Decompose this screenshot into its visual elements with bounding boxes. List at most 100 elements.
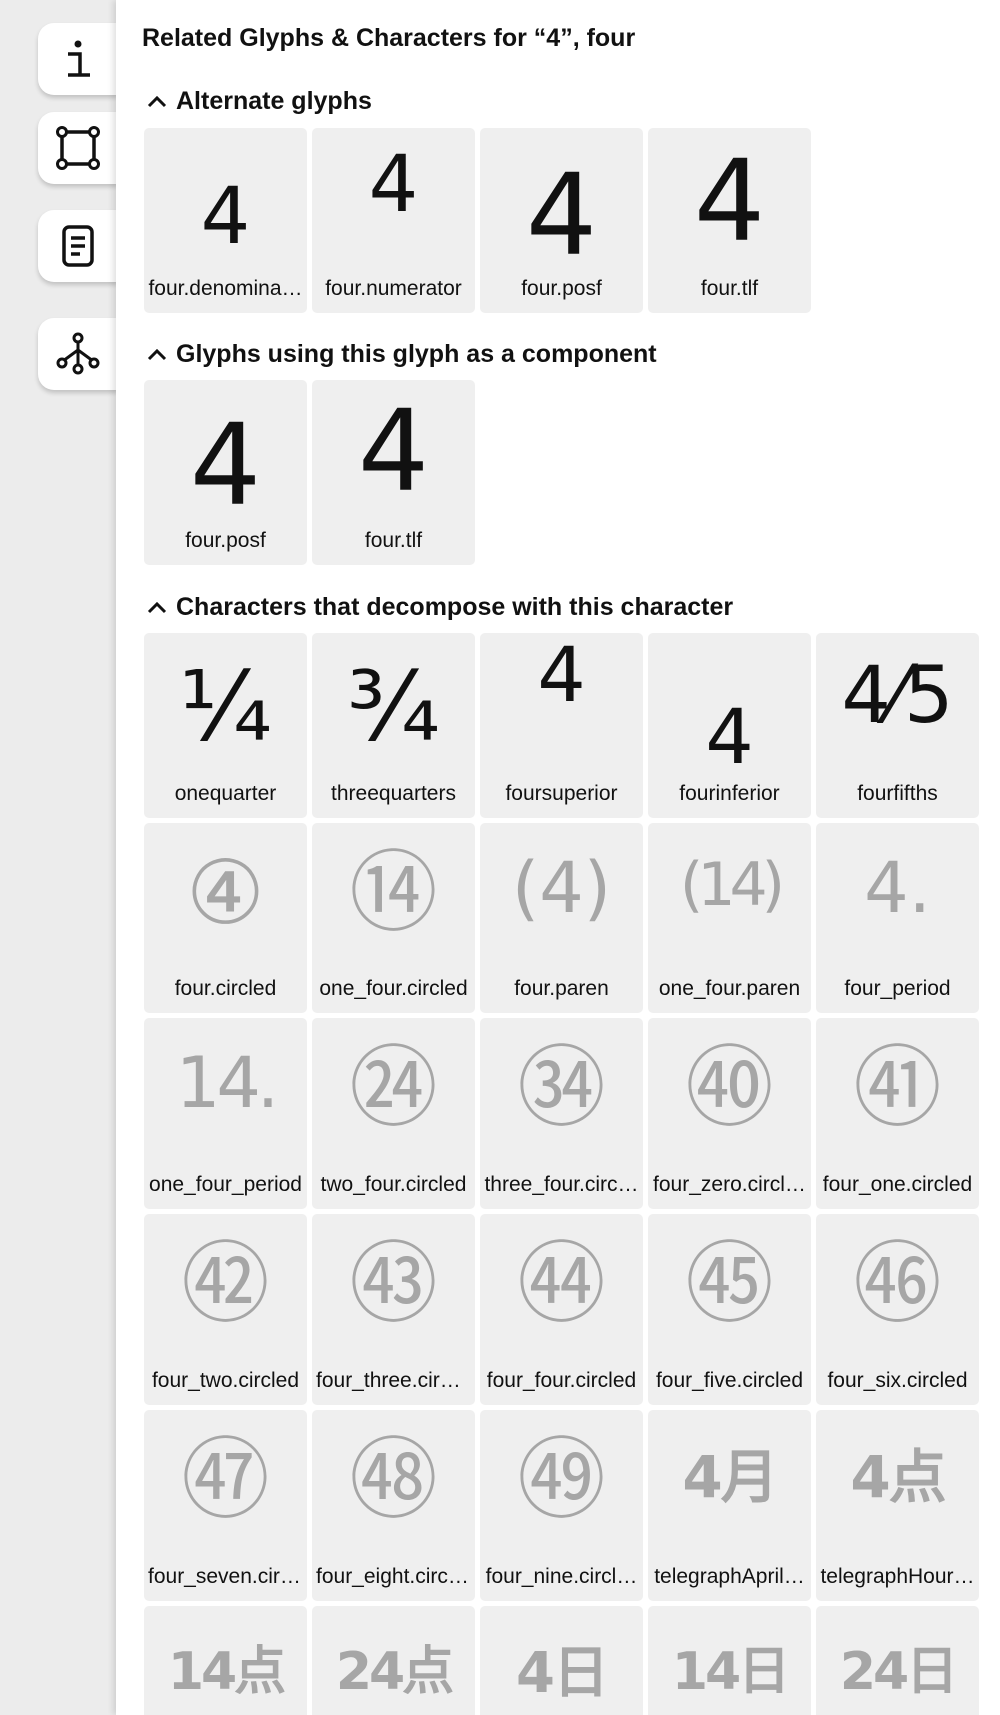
glyph-card[interactable]: ㊵ four_zero.circl… bbox=[648, 1018, 811, 1209]
glyph-card[interactable]: ¼ onequarter bbox=[144, 633, 307, 818]
glyph-name: one_four.circled bbox=[319, 977, 468, 1000]
glyph-name: four.denomina… bbox=[148, 277, 303, 300]
glyph-name: telegraphApril… bbox=[654, 1565, 805, 1588]
glyph-card[interactable]: ㊸ four_three.circ… bbox=[312, 1214, 475, 1405]
glyph-name: threequarters bbox=[331, 782, 456, 805]
glyph-preview: 4 bbox=[368, 140, 419, 230]
glyph-name: four_one.circled bbox=[822, 1173, 973, 1196]
glyph-preview: 14. bbox=[175, 1042, 279, 1124]
glyph-preview: 14日 bbox=[671, 1642, 790, 1702]
glyph-preview: 4 bbox=[537, 633, 586, 719]
info-tab[interactable] bbox=[38, 23, 118, 95]
glyph-card[interactable]: 4日 bbox=[480, 1606, 643, 1715]
glyph-name: four.circled bbox=[174, 977, 277, 1000]
glyph-card[interactable]: 24点 bbox=[312, 1606, 475, 1715]
glyph-preview: 24点 bbox=[335, 1642, 454, 1702]
glyph-card[interactable]: (14) one_four.paren bbox=[648, 823, 811, 1013]
glyph-card[interactable]: (4) four.paren bbox=[480, 823, 643, 1013]
glyph-preview: ㊷ bbox=[181, 1232, 270, 1335]
glyph-card[interactable]: ㊶ four_one.circled bbox=[816, 1018, 979, 1209]
section-header-components[interactable]: Glyphs using this glyph as a component bbox=[146, 340, 657, 369]
bounds-tab[interactable] bbox=[38, 112, 118, 184]
chevron-up-icon bbox=[147, 601, 167, 613]
sidebar-rail bbox=[0, 0, 118, 1715]
glyph-card[interactable]: 4 fourinferior bbox=[648, 633, 811, 818]
glyph-name: one_four_period bbox=[149, 1173, 302, 1196]
glyph-name: two_four.circled bbox=[320, 1173, 467, 1196]
glyph-card[interactable]: 4 four.tlf bbox=[312, 380, 475, 565]
glyph-preview: ㊵ bbox=[685, 1036, 774, 1139]
glyph-card[interactable]: ④ four.circled bbox=[144, 823, 307, 1013]
glyph-card[interactable]: ㊻ four_six.circled bbox=[816, 1214, 979, 1405]
glyph-card[interactable]: ㉞ three_four.circ… bbox=[480, 1018, 643, 1209]
glyph-preview: 4 bbox=[705, 692, 754, 781]
glyph-preview: (14) bbox=[679, 850, 785, 920]
glyph-preview: ㊹ bbox=[517, 1232, 606, 1335]
related-glyphs-panel: Related Glyphs & Characters for “4”, fou… bbox=[116, 0, 1000, 1715]
glyph-preview: ④ bbox=[186, 841, 265, 944]
glyph-preview: ¼ bbox=[178, 651, 273, 763]
glyph-preview: ㉔ bbox=[349, 1036, 438, 1139]
glyph-card[interactable]: 4月 telegraphApril… bbox=[648, 1410, 811, 1601]
glyph-name: fourinferior bbox=[679, 782, 780, 805]
glyph-card[interactable]: ㊾ four_nine.circl… bbox=[480, 1410, 643, 1601]
glyph-name: telegraphHour… bbox=[820, 1565, 975, 1588]
document-tab[interactable] bbox=[38, 210, 118, 282]
glyph-preview: 4点 bbox=[850, 1443, 946, 1511]
section-title: Alternate glyphs bbox=[176, 87, 372, 115]
glyph-card[interactable]: 4⁄5 fourfifths bbox=[816, 633, 979, 818]
glyph-name: onequarter bbox=[174, 782, 277, 805]
glyph-name: four_seven.circ… bbox=[148, 1565, 303, 1588]
decompose-characters-grid: ¼ onequarter ¾ threequarters 4 foursuper… bbox=[144, 633, 979, 1715]
glyph-card[interactable]: 14点 bbox=[144, 1606, 307, 1715]
glyph-name: three_four.circ… bbox=[484, 1173, 639, 1196]
glyph-card[interactable]: 4 four.posf bbox=[480, 128, 643, 313]
glyph-card[interactable]: ⑭ one_four.circled bbox=[312, 823, 475, 1013]
glyph-name: four_three.circ… bbox=[316, 1369, 471, 1392]
glyph-card[interactable]: 4 four.posf bbox=[144, 380, 307, 565]
glyph-preview: ㊼ bbox=[181, 1428, 270, 1531]
glyph-preview: ㊶ bbox=[853, 1036, 942, 1139]
glyph-preview: 4. bbox=[864, 847, 931, 929]
section-header-decompose[interactable]: Characters that decompose with this char… bbox=[146, 593, 733, 622]
glyph-card[interactable]: 4 four.denomina… bbox=[144, 128, 307, 313]
glyph-card[interactable]: ¾ threequarters bbox=[312, 633, 475, 818]
glyph-card[interactable]: 24日 bbox=[816, 1606, 979, 1715]
glyph-name: four_period bbox=[844, 977, 951, 1000]
glyph-preview: 4日 bbox=[516, 1641, 609, 1706]
glyph-card[interactable]: 4点 telegraphHour… bbox=[816, 1410, 979, 1601]
glyph-card[interactable]: 4. four_period bbox=[816, 823, 979, 1013]
glyph-card[interactable]: ㊽ four_eight.circl… bbox=[312, 1410, 475, 1601]
glyph-preview: ㊽ bbox=[349, 1428, 438, 1531]
glyph-name: four.tlf bbox=[364, 529, 423, 552]
glyph-card[interactable]: ㊹ four_four.circled bbox=[480, 1214, 643, 1405]
glyph-card[interactable]: 14. one_four_period bbox=[144, 1018, 307, 1209]
glyph-name: four_nine.circl… bbox=[485, 1565, 638, 1588]
relations-tab[interactable] bbox=[38, 318, 118, 390]
glyph-card[interactable]: ㊺ four_five.circled bbox=[648, 1214, 811, 1405]
glyph-name: four_two.circled bbox=[151, 1369, 300, 1392]
glyph-preview: ⑭ bbox=[349, 841, 438, 944]
glyph-preview: 4 bbox=[525, 151, 598, 281]
glyph-preview: 4 bbox=[200, 172, 251, 262]
glyph-name: four.tlf bbox=[700, 277, 759, 300]
glyph-card[interactable]: 14日 bbox=[648, 1606, 811, 1715]
glyph-preview: 4月 bbox=[682, 1443, 778, 1511]
glyph-preview: ㊻ bbox=[853, 1232, 942, 1335]
document-icon bbox=[62, 225, 94, 267]
glyph-card[interactable]: ㊷ four_two.circled bbox=[144, 1214, 307, 1405]
glyph-preview: ㊺ bbox=[685, 1232, 774, 1335]
panel-title: Related Glyphs & Characters for “4”, fou… bbox=[142, 24, 636, 52]
glyph-card[interactable]: 4 foursuperior bbox=[480, 633, 643, 818]
glyph-card[interactable]: 4 four.tlf bbox=[648, 128, 811, 313]
glyph-card[interactable]: ㉔ two_four.circled bbox=[312, 1018, 475, 1209]
glyph-name: four_zero.circl… bbox=[653, 1173, 806, 1196]
alternate-glyphs-grid: 4 four.denomina… 4 four.numerator 4 four… bbox=[144, 128, 979, 313]
relations-icon bbox=[56, 332, 100, 375]
glyph-name: fourfifths bbox=[857, 782, 938, 805]
glyph-preview: 24日 bbox=[839, 1642, 958, 1702]
section-title: Glyphs using this glyph as a component bbox=[176, 340, 657, 368]
glyph-card[interactable]: 4 four.numerator bbox=[312, 128, 475, 313]
section-header-alternate-glyphs[interactable]: Alternate glyphs bbox=[146, 87, 372, 116]
glyph-card[interactable]: ㊼ four_seven.circ… bbox=[144, 1410, 307, 1601]
